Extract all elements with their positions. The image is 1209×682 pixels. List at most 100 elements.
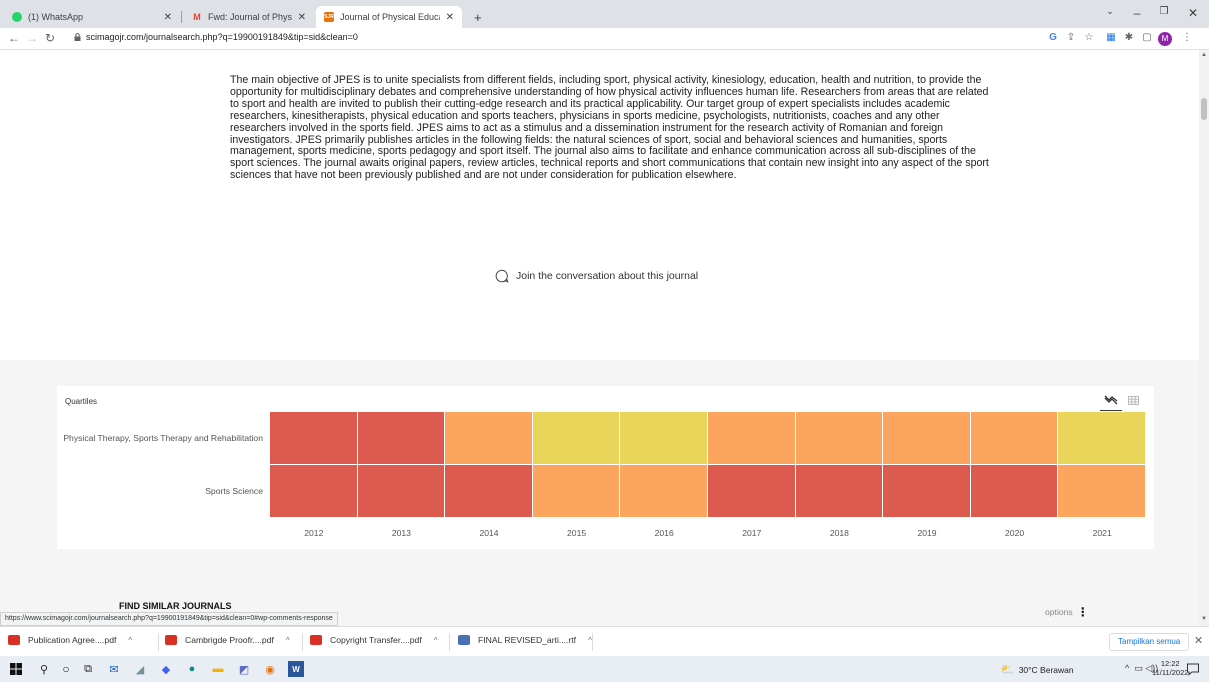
google-translate-icon[interactable]: G [1046,32,1060,46]
year-label: 2020 [1005,528,1025,538]
close-downloads-bar-icon[interactable]: ✕ [1194,634,1203,647]
chrome-icon[interactable]: ◉ [262,661,278,677]
heatmap-cell[interactable] [970,412,1059,465]
chart-view-toggle [1100,392,1144,411]
weather-widget[interactable]: ⛅ 30°C Berawan [1000,663,1074,676]
windows-taskbar: ⚲ ○ ⧉ ✉ ◢ ◆ ● ▬ ◩ ◉ W ⛅ 30°C Berawan ^ ▭… [0,656,1209,682]
heatmap-cell[interactable] [357,465,446,518]
scroll-up-arrow-icon[interactable]: ▲ [1201,52,1207,58]
heatmap-cell[interactable] [620,412,708,465]
tab-gmail[interactable]: M Fwd: Journal of Physical Educatio ✕ [184,6,314,28]
heatmap-cell[interactable] [795,465,884,518]
scimago-icon: SJR [324,12,334,22]
chart-title: Quartiles [65,397,98,406]
scroll-down-arrow-icon[interactable]: ▼ [1201,616,1207,622]
weather-text: 30°C Berawan [1018,664,1074,675]
year-label: 2016 [654,528,674,538]
browser-tab-strip: (1) WhatsApp ✕ M Fwd: Journal of Physica… [0,0,1209,28]
status-bar-url: https://www.scimagojr.com/journalsearch.… [0,612,338,626]
chart-view-button[interactable] [1100,392,1122,411]
bookmark-star-icon[interactable]: ☆ [1082,32,1096,46]
heatmap-cell[interactable] [532,412,621,465]
close-tab-icon[interactable]: ✕ [298,12,306,23]
tab-search-icon[interactable]: ⌄ [1099,6,1121,17]
heatmap-cell[interactable] [708,465,796,518]
join-label: Join the conversation about this journal [516,270,699,282]
chevron-up-icon[interactable]: ^ [128,636,132,645]
restore-icon[interactable]: ❐ [1153,6,1175,17]
download-item[interactable]: Publication Agree....pdf ^ [8,635,132,645]
menu-kebab-icon[interactable]: ⋮ [1180,32,1194,46]
app-icon[interactable]: ◩ [236,661,252,677]
file-explorer-icon[interactable]: ▬ [210,661,226,677]
tab-scimago[interactable]: SJR Journal of Physical Education and ✕ [316,6,462,28]
heatmap-cell[interactable] [620,465,708,518]
heatmap-cell[interactable] [970,465,1059,518]
heatmap-cell[interactable] [532,465,621,518]
scrollbar-thumb[interactable] [1201,98,1207,120]
close-tab-icon[interactable]: ✕ [164,12,172,23]
url-bar[interactable]: scimagojr.com/journalsearch.php?q=199001… [86,32,358,42]
year-label: 2017 [742,528,762,538]
options-menu[interactable]: options ⋮ [1045,605,1089,619]
heatmap-cell[interactable] [445,465,533,518]
download-item[interactable]: Cambrigde Proofr....pdf ^ [165,635,290,645]
tab-label: Fwd: Journal of Physical Educatio [208,12,292,22]
lock-icon [74,33,81,41]
table-view-button[interactable] [1122,392,1144,408]
show-all-downloads-button[interactable]: Tampilkan semua [1109,633,1190,651]
side-panel-icon[interactable]: ▢ [1140,32,1154,46]
word-icon[interactable]: W [288,661,304,677]
download-separator [449,633,450,651]
cortana-icon[interactable]: ○ [58,661,74,677]
task-view-icon[interactable]: ⧉ [80,661,96,677]
year-label: 2018 [829,528,849,538]
heatmap-cell[interactable] [270,465,358,518]
heatmap-cell[interactable] [1058,465,1146,518]
heatmap-cell[interactable] [1058,412,1146,465]
heatmap-cell[interactable] [270,412,358,465]
heatmap-cell[interactable] [445,412,533,465]
heatmap-cell[interactable] [883,465,971,518]
extension-icon[interactable]: ▦ [1104,32,1118,46]
download-separator [158,633,159,651]
page-scrollbar[interactable]: ▲ ▼ [1199,50,1209,626]
back-icon[interactable]: ← [6,31,22,45]
new-tab-button[interactable]: + [466,6,488,28]
line-chart-icon [1104,395,1118,405]
join-conversation-link[interactable]: Join the conversation about this journal [495,269,698,283]
search-icon[interactable]: ⚲ [36,661,52,677]
share-icon[interactable]: ⇪ [1064,32,1078,46]
edge-icon[interactable]: ● [184,661,200,677]
download-filename: Cambrigde Proofr....pdf [185,635,274,645]
forward-icon[interactable]: → [24,31,40,45]
close-tab-icon[interactable]: ✕ [446,12,454,23]
teams-icon[interactable]: ◆ [158,661,174,677]
mail-app-icon[interactable]: ✉ [106,661,122,677]
download-filename: Publication Agree....pdf [28,635,117,645]
notification-center-icon[interactable] [1186,662,1200,676]
heatmap-cell[interactable] [357,412,446,465]
heatmap-cell[interactable] [795,412,884,465]
year-label: 2014 [479,528,499,538]
find-similar-journals-heading: FIND SIMILAR JOURNALS [119,601,232,611]
heatmap-cell[interactable] [883,412,971,465]
reload-icon[interactable]: ↻ [42,31,58,45]
chevron-up-icon[interactable]: ^ [434,636,438,645]
chevron-up-icon[interactable]: ^ [286,636,290,645]
options-label: options [1045,607,1073,617]
heatmap-cell[interactable] [708,412,796,465]
year-label: 2012 [304,528,324,538]
tab-whatsapp[interactable]: (1) WhatsApp ✕ [4,6,180,28]
browser-toolbar: ← → ↻ scimagojr.com/journalsearch.php?q=… [0,28,1209,50]
tab-separator [181,11,182,23]
minimize-icon[interactable]: – [1126,6,1148,20]
extensions-puzzle-icon[interactable]: ✱ [1122,32,1136,46]
app-icon[interactable]: ◢ [132,661,148,677]
download-item[interactable]: Copyright Transfer....pdf ^ [310,635,437,645]
taskbar-clock[interactable]: 12:22 11/11/2022 [1152,659,1188,677]
windows-start-icon[interactable] [8,661,24,677]
download-item[interactable]: FINAL REVISED_arti....rtf ^ [458,635,592,645]
close-window-icon[interactable]: ✕ [1182,6,1204,20]
profile-avatar[interactable]: M [1158,32,1172,46]
